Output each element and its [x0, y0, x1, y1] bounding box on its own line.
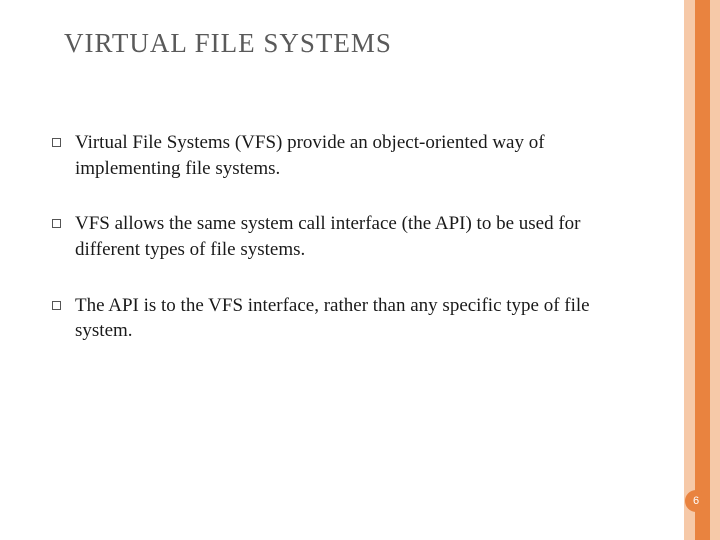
bullet-icon [52, 219, 61, 228]
bullet-icon [52, 138, 61, 147]
list-item: Virtual File Systems (VFS) provide an ob… [52, 130, 612, 181]
bullet-list: Virtual File Systems (VFS) provide an ob… [52, 130, 612, 374]
bullet-icon [52, 301, 61, 310]
slide-title: VIRTUAL FILE SYSTEMS [64, 28, 392, 59]
list-item: VFS allows the same system call interfac… [52, 211, 612, 262]
list-item: The API is to the VFS interface, rather … [52, 293, 612, 344]
page-number: 6 [693, 495, 699, 507]
accent-stripe-inner [695, 0, 710, 540]
list-item-text: Virtual File Systems (VFS) provide an ob… [75, 130, 612, 181]
list-item-text: VFS allows the same system call interfac… [75, 211, 612, 262]
page-number-badge: 6 [685, 490, 707, 512]
list-item-text: The API is to the VFS interface, rather … [75, 293, 612, 344]
